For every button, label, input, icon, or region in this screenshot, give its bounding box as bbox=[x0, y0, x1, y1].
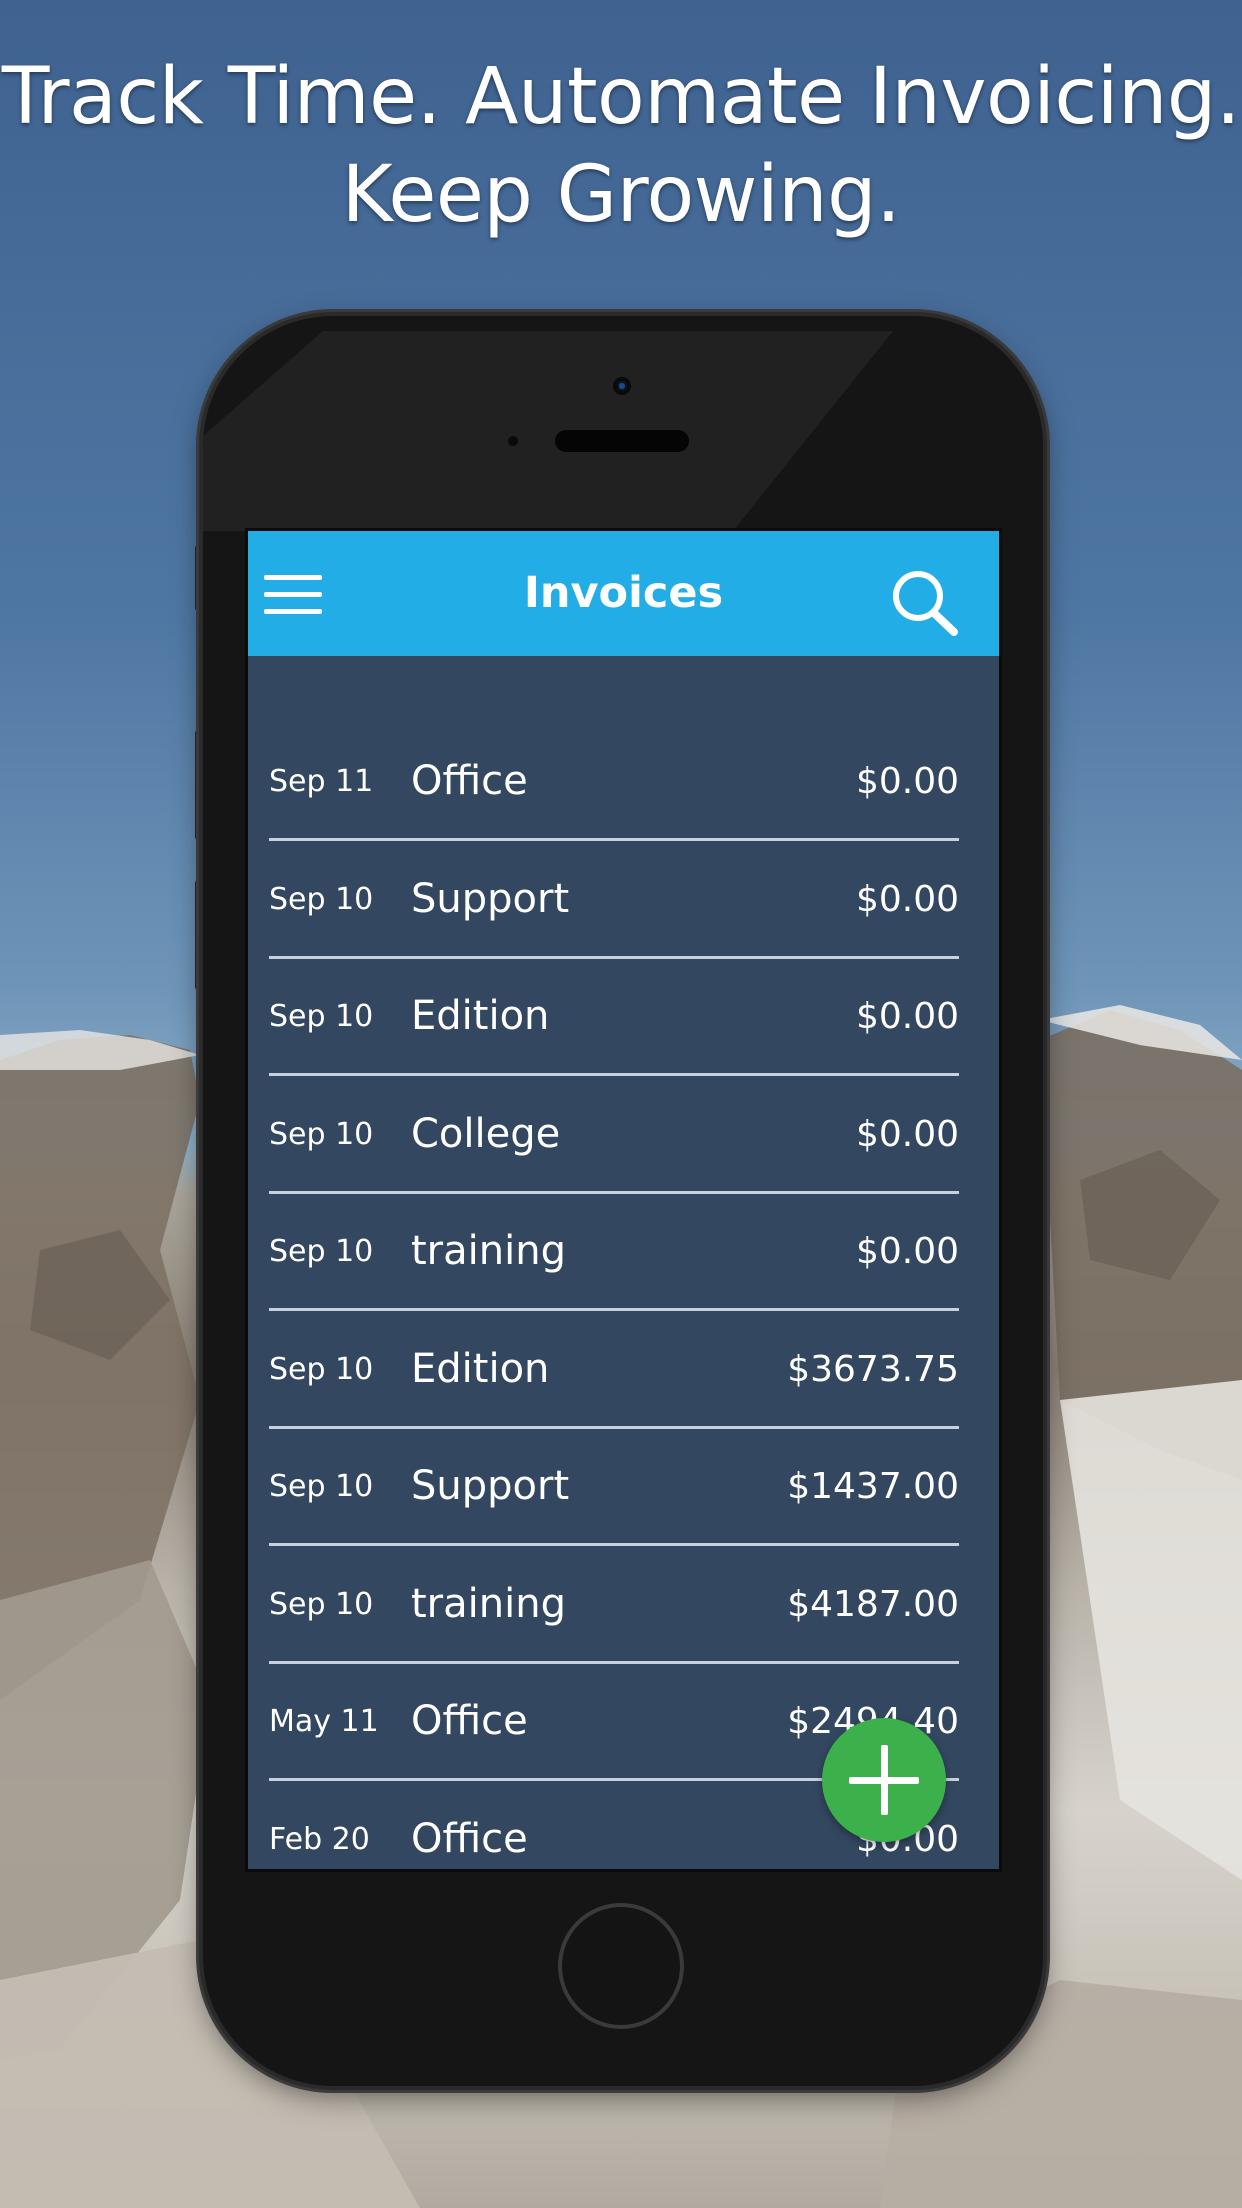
row-divider bbox=[269, 1308, 959, 1311]
row-divider bbox=[269, 1660, 959, 1664]
row-divider bbox=[269, 1073, 959, 1076]
invoice-client: training bbox=[411, 1228, 566, 1274]
invoice-date: Sep 10 bbox=[269, 881, 374, 917]
invoice-client: Office bbox=[411, 1698, 528, 1744]
page-title: Invoices bbox=[523, 568, 724, 618]
invoice-date: Sep 10 bbox=[269, 1351, 374, 1387]
search-icon[interactable] bbox=[888, 567, 960, 637]
invoice-client: training bbox=[411, 1580, 566, 1627]
app-screen: Invoices Sep 11 Office $0.00 Sep 10 Support $… bbox=[245, 528, 1002, 1872]
app-bar: Invoices bbox=[248, 531, 999, 656]
row-divider bbox=[269, 1425, 959, 1429]
invoice-client: Edition bbox=[411, 1345, 550, 1392]
hamburger-menu-icon[interactable] bbox=[264, 575, 324, 615]
front-camera bbox=[613, 377, 631, 395]
invoice-row[interactable]: Sep 10 training $0.00 bbox=[269, 1195, 959, 1311]
invoice-row[interactable]: Sep 10 Edition $0.00 bbox=[269, 960, 959, 1076]
invoice-row[interactable]: Sep 10 Edition $3673.75 bbox=[269, 1313, 959, 1429]
invoice-client: College bbox=[411, 1110, 561, 1157]
row-divider bbox=[269, 1543, 959, 1546]
invoice-client: Office bbox=[411, 758, 528, 804]
invoice-amount: $0.00 bbox=[855, 761, 959, 802]
headline-line-1: Track Time. Automate Invoicing. bbox=[1, 52, 1241, 142]
invoice-client: Edition bbox=[411, 993, 550, 1039]
invoice-date: Sep 10 bbox=[269, 1469, 374, 1504]
invoice-amount: $0.00 bbox=[855, 1113, 959, 1155]
invoice-row[interactable]: Sep 10 College $0.00 bbox=[269, 1078, 959, 1194]
invoice-row[interactable]: Sep 10 Support $0.00 bbox=[269, 843, 959, 959]
row-divider bbox=[269, 838, 959, 841]
invoice-date: Feb 20 bbox=[269, 1821, 370, 1857]
invoice-date: Sep 11 bbox=[269, 764, 374, 799]
invoice-amount: $3673.75 bbox=[787, 1348, 959, 1390]
plus-icon-vertical bbox=[881, 1745, 888, 1815]
invoice-row[interactable]: Sep 10 Support $1437.00 bbox=[269, 1430, 959, 1546]
invoice-amount: $1437.00 bbox=[787, 1466, 959, 1507]
add-invoice-button[interactable] bbox=[822, 1718, 946, 1842]
invoice-client: Support bbox=[411, 875, 570, 922]
invoice-date: Sep 10 bbox=[269, 1586, 374, 1622]
invoice-date: May 11 bbox=[269, 1704, 379, 1739]
invoice-date: Sep 10 bbox=[269, 999, 374, 1034]
invoice-client: Support bbox=[411, 1463, 570, 1509]
invoice-amount: $0.00 bbox=[855, 878, 959, 920]
invoice-row[interactable]: Sep 11 Office $0.00 bbox=[269, 725, 959, 841]
invoice-row[interactable]: Sep 10 training $4187.00 bbox=[269, 1548, 959, 1664]
home-button[interactable] bbox=[558, 1903, 684, 2029]
invoice-date: Sep 10 bbox=[269, 1234, 374, 1269]
row-divider bbox=[269, 1190, 959, 1194]
invoice-date: Sep 10 bbox=[269, 1116, 374, 1152]
row-divider bbox=[269, 955, 959, 959]
earpiece-speaker bbox=[555, 430, 689, 452]
proximity-sensor bbox=[508, 436, 518, 446]
invoice-client: Office bbox=[411, 1815, 528, 1862]
marketing-headline: Track Time. Automate Invoicing. Keep Gro… bbox=[0, 48, 1242, 244]
headline-line-2: Keep Growing. bbox=[341, 150, 901, 240]
invoice-amount: $4187.00 bbox=[787, 1583, 959, 1625]
invoice-amount: $0.00 bbox=[855, 1231, 959, 1272]
invoice-amount: $0.00 bbox=[855, 996, 959, 1037]
